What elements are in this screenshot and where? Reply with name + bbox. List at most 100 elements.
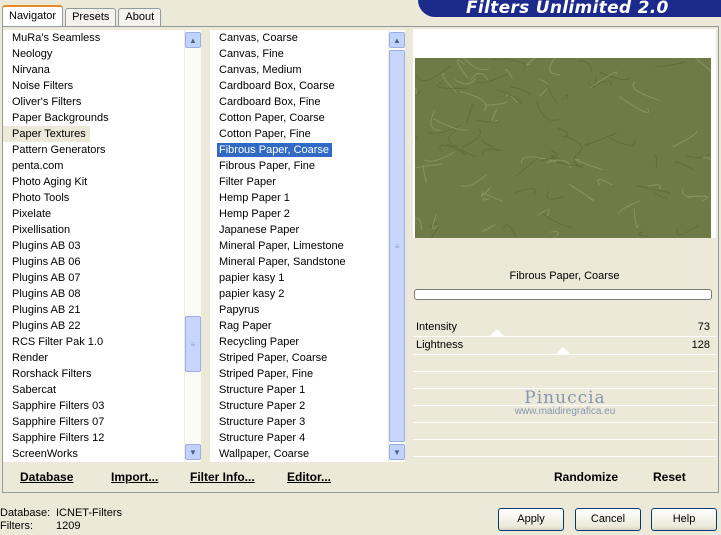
status-area: Database: ICNET-Filters Filters: 1209 (0, 507, 122, 533)
list-item[interactable]: Japanese Paper (210, 222, 388, 238)
list-item-label: Structure Paper 4 (219, 432, 306, 444)
list-item[interactable]: Plugins AB 08 (3, 286, 184, 302)
list-item[interactable]: Hemp Paper 1 (210, 190, 388, 206)
list-item[interactable]: Cotton Paper, Coarse (210, 110, 388, 126)
list-item[interactable]: Noise Filters (3, 78, 184, 94)
list-item[interactable]: papier kasy 2 (210, 286, 388, 302)
list-item[interactable]: Sapphire Filters 07 (3, 414, 184, 430)
list-item-label: Fibrous Paper, Coarse (217, 143, 333, 157)
category-scrollbar[interactable]: ▲ ≡ ▼ (184, 30, 201, 462)
list-item[interactable]: Neology (3, 46, 184, 62)
list-item[interactable]: Oliver's Filters (3, 94, 184, 110)
lightness-slider[interactable]: Lightness 128 (413, 337, 716, 355)
list-item[interactable]: Structure Paper 4 (210, 430, 388, 446)
list-item[interactable]: Canvas, Medium (210, 62, 388, 78)
list-item[interactable]: Canvas, Coarse (210, 30, 388, 46)
list-item-label: Pixelate (12, 208, 52, 220)
list-item[interactable]: papier kasy 1 (210, 270, 388, 286)
list-item-label: Canvas, Medium (219, 64, 302, 76)
list-item[interactable]: MuRa's Seamless (3, 30, 184, 46)
list-item[interactable]: Render (3, 350, 184, 366)
slider-thumb-icon[interactable] (490, 329, 504, 336)
list-item[interactable]: Rag Paper (210, 318, 388, 334)
selected-category-item[interactable]: Paper Textures (3, 126, 90, 142)
list-item[interactable]: Mineral Paper, Limestone (210, 238, 388, 254)
lightness-value: 128 (691, 339, 710, 351)
cancel-button[interactable]: Cancel (575, 508, 641, 531)
list-item[interactable]: Fibrous Paper, Fine (210, 158, 388, 174)
list-item[interactable]: Striped Paper, Coarse (210, 350, 388, 366)
list-item[interactable]: Photo Aging Kit (3, 174, 184, 190)
list-item[interactable]: Recycling Paper (210, 334, 388, 350)
progress-bar (414, 289, 712, 300)
list-item[interactable]: penta.com (3, 158, 184, 174)
scroll-thumb[interactable]: ≡ (185, 316, 201, 372)
scroll-up-icon[interactable]: ▲ (185, 32, 201, 48)
list-item[interactable]: Cardboard Box, Fine (210, 94, 388, 110)
list-item[interactable]: Papyrus (210, 302, 388, 318)
import-button[interactable]: Import... (111, 470, 158, 484)
scroll-down-icon[interactable]: ▼ (389, 444, 405, 460)
filter-info-button[interactable]: Filter Info... (190, 470, 255, 484)
category-list[interactable]: MuRa's Seamless Neology Nirvana Noise Filte… (3, 30, 184, 462)
editor-button[interactable]: Editor... (287, 470, 331, 484)
list-item-label: Hemp Paper 1 (219, 192, 290, 204)
preview-image[interactable] (415, 58, 711, 238)
list-item[interactable]: Cotton Paper, Fine (210, 126, 388, 142)
list-item-label: Paper Textures (12, 128, 86, 140)
intensity-value: 73 (697, 321, 710, 333)
tab-navigator[interactable]: Navigator (2, 5, 64, 26)
tab-about[interactable]: About (118, 8, 162, 26)
apply-button[interactable]: Apply (498, 508, 564, 531)
list-item[interactable]: Pixellisation (3, 222, 184, 238)
list-item[interactable]: Canvas, Fine (210, 46, 388, 62)
list-item-label: Structure Paper 1 (219, 384, 306, 396)
list-item-label: Neology (12, 48, 53, 60)
list-item[interactable]: Nirvana (3, 62, 184, 78)
list-item[interactable]: Rorshack Filters (3, 366, 184, 382)
list-item[interactable]: Mineral Paper, Sandstone (210, 254, 388, 270)
reset-button[interactable]: Reset (653, 470, 686, 484)
scroll-thumb[interactable]: ≡ (389, 50, 405, 442)
list-item[interactable]: Hemp Paper 2 (210, 206, 388, 222)
list-item[interactable]: Photo Tools (3, 190, 184, 206)
list-item[interactable]: Plugins AB 22 (3, 318, 184, 334)
list-item[interactable]: Structure Paper 1 (210, 382, 388, 398)
filter-scrollbar[interactable]: ▲ ≡ ▼ (388, 30, 405, 462)
help-button[interactable]: Help (651, 508, 717, 531)
list-item[interactable]: Paper Backgrounds (3, 110, 184, 126)
list-item[interactable]: Plugins AB 07 (3, 270, 184, 286)
list-item[interactable]: ScreenWorks (3, 446, 184, 462)
watermark: Pinuccia www.maidiregrafica.eu (500, 388, 630, 417)
list-item[interactable]: RCS Filter Pak 1.0 (3, 334, 184, 350)
list-item[interactable]: Sapphire Filters 12 (3, 430, 184, 446)
list-item-label: ScreenWorks (12, 448, 78, 460)
list-item-label: Noise Filters (12, 80, 74, 92)
selected-filter-item[interactable]: Fibrous Paper, Coarse (210, 142, 388, 158)
list-item[interactable]: Filter Paper (210, 174, 388, 190)
intensity-slider[interactable]: Intensity 73 (413, 319, 716, 337)
database-button[interactable]: Database (20, 470, 73, 484)
list-item[interactable]: Wallpaper, Coarse (210, 446, 388, 462)
list-item[interactable]: Sapphire Filters 03 (3, 398, 184, 414)
list-item[interactable]: Structure Paper 3 (210, 414, 388, 430)
list-item[interactable]: Plugins AB 21 (3, 302, 184, 318)
empty-param-row (413, 440, 716, 457)
list-item[interactable]: Plugins AB 06 (3, 254, 184, 270)
filters-status-value: 1209 (56, 520, 81, 532)
list-item[interactable]: Sabercat (3, 382, 184, 398)
scroll-down-icon[interactable]: ▼ (185, 444, 201, 460)
list-item[interactable]: Pattern Generators (3, 142, 184, 158)
list-item[interactable]: Structure Paper 2 (210, 398, 388, 414)
randomize-button[interactable]: Randomize (554, 470, 618, 484)
list-item[interactable]: Striped Paper, Fine (210, 366, 388, 382)
list-item[interactable]: Plugins AB 03 (3, 238, 184, 254)
database-status-label: Database: (0, 507, 51, 519)
scroll-up-icon[interactable]: ▲ (389, 32, 405, 48)
list-item[interactable]: Cardboard Box, Coarse (210, 78, 388, 94)
slider-thumb-icon[interactable] (556, 347, 570, 354)
tab-presets[interactable]: Presets (65, 8, 117, 26)
list-item[interactable]: Pixelate (3, 206, 184, 222)
database-status-value: ICNET-Filters (56, 507, 122, 519)
filter-list[interactable]: Canvas, Coarse Canvas, Fine Canvas, Medium… (210, 30, 388, 462)
